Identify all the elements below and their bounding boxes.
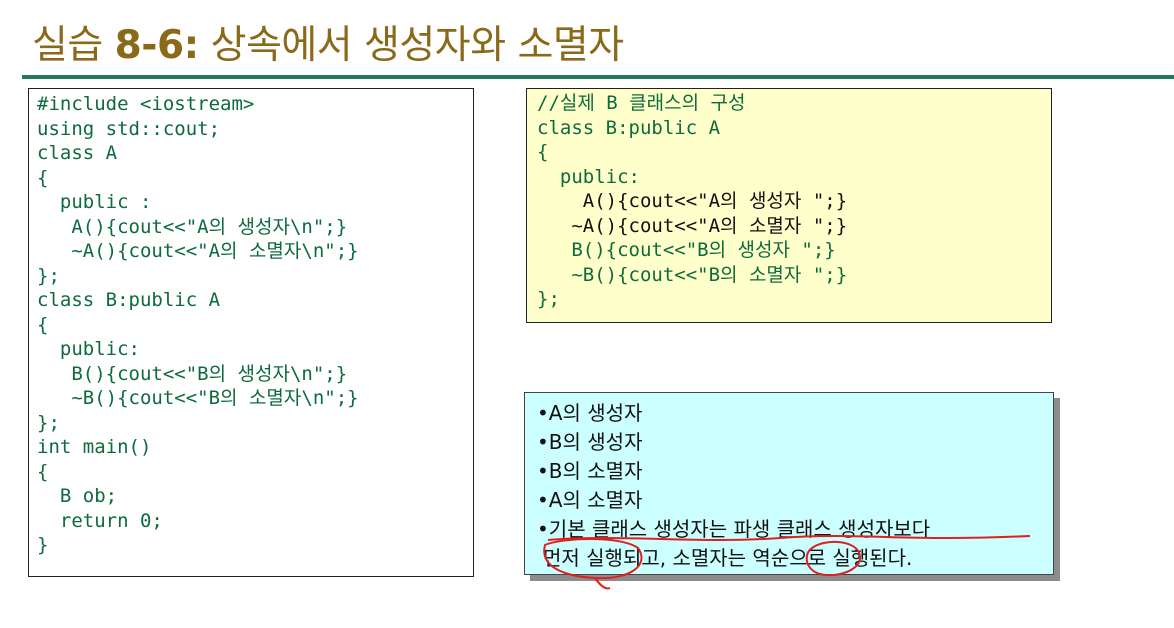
code-line: #include <iostream> xyxy=(37,93,255,115)
code-line: B ob; xyxy=(37,485,118,507)
output-item: •기본 클래스 생성자는 파생 클래스 생성자보다 xyxy=(537,517,931,541)
code-line-inherited: ~A(){cout<<"A의 소멸자 ";} xyxy=(537,214,848,237)
code-line: //실제 B 클래스의 구성 xyxy=(537,92,746,114)
output-continuation: 먼저 실행되고, 소멸자는 역순으로 실행된다. xyxy=(543,546,913,570)
title-prefix: 실습 xyxy=(32,23,115,68)
code-line: { xyxy=(37,166,49,189)
code-line: public : xyxy=(37,191,152,213)
output-item: •A의 생성자 xyxy=(537,401,643,425)
code-line: using std::cout; xyxy=(37,117,221,140)
code-line: class B:public A xyxy=(37,289,221,311)
code-line: }; xyxy=(537,288,560,310)
code-line: { xyxy=(537,141,549,163)
code-line: B(){cout<<"B의 생성자\n";} xyxy=(37,362,348,385)
output-item: •B의 소멸자 xyxy=(537,459,643,483)
right-code-box: //실제 B 클래스의 구성 class B:public A { public… xyxy=(526,88,1052,323)
code-line: { xyxy=(37,460,49,483)
output-box: •A의 생성자 •B의 생성자 •B의 소멸자 •A의 소멸자 •기본 클래스 … xyxy=(524,392,1054,575)
code-line: public: xyxy=(537,165,640,188)
title-number: 8-6: xyxy=(114,23,200,68)
code-line: }; xyxy=(37,264,60,287)
title-text: 상속에서 생성자와 소멸자 xyxy=(198,23,624,68)
output-item: •A의 소멸자 xyxy=(537,488,643,512)
code-line: class B:public A xyxy=(537,116,721,139)
left-code-box: #include <iostream> using std::cout; cla… xyxy=(28,88,474,577)
code-line: ~A(){cout<<"A의 소멸자\n";} xyxy=(37,240,359,262)
title-rule xyxy=(22,75,1174,79)
code-line: ~B(){cout<<"B의 소멸자\n";} xyxy=(37,387,359,409)
page-title: 실습 8-6: 상속에서 생성자와 소멸자 xyxy=(32,14,624,70)
code-line: { xyxy=(37,313,49,336)
code-line: return 0; xyxy=(37,509,163,532)
code-line: A(){cout<<"A의 생성자\n";} xyxy=(37,215,348,238)
code-line: class A xyxy=(37,142,118,164)
code-line-inherited: A(){cout<<"A의 생성자 ";} xyxy=(537,190,848,212)
code-line: ~B(){cout<<"B의 소멸자 ";} xyxy=(537,263,848,286)
code-line: int main() xyxy=(37,436,152,458)
code-line: }; xyxy=(37,411,60,434)
code-line: } xyxy=(37,534,49,556)
code-line: B(){cout<<"B의 생성자 ";} xyxy=(537,239,836,261)
code-line: public: xyxy=(37,338,140,360)
output-item: •B의 생성자 xyxy=(537,430,643,454)
